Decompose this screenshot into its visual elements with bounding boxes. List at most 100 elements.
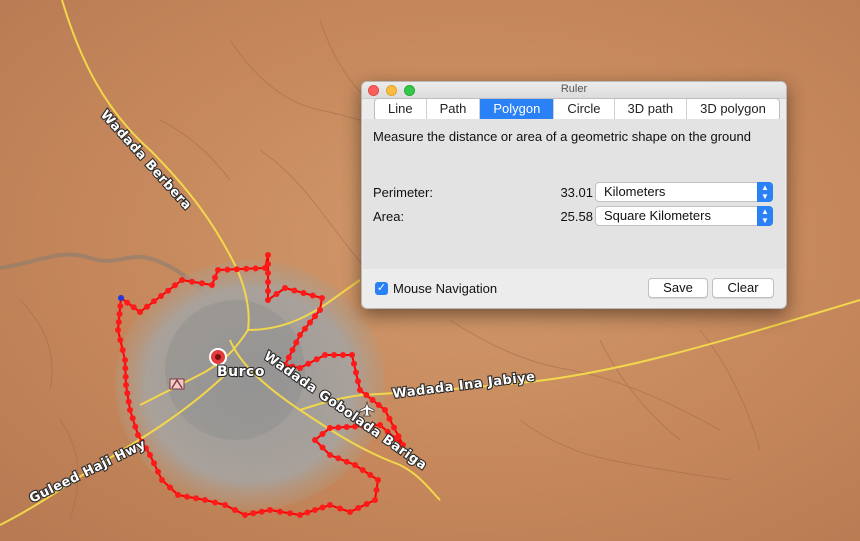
window-title: Ruler <box>560 83 588 95</box>
tab-circle[interactable]: Circle <box>554 99 615 120</box>
tent-icon <box>169 378 185 390</box>
polygon-vertex <box>313 356 320 363</box>
perimeter-value: 33.01 <box>560 185 593 200</box>
updown-chevron-icon: ▲ ▼ <box>757 206 773 226</box>
polygon-vertex <box>175 492 181 498</box>
polygon-vertex <box>273 291 280 297</box>
polygon-vertex <box>265 297 271 303</box>
polygon-vertex <box>373 487 380 493</box>
polygon-vertex <box>335 455 342 462</box>
polygon-vertex <box>124 390 131 397</box>
mouse-navigation-label: Mouse Navigation <box>393 281 498 296</box>
polygon-vertex <box>349 352 355 358</box>
tab-3d-polygon[interactable]: 3D polygon <box>687 99 779 120</box>
polygon-vertex <box>122 357 128 363</box>
perimeter-label: Perimeter: <box>373 185 433 200</box>
polygon-vertex <box>312 437 318 443</box>
polygon-vertex <box>243 265 250 272</box>
polygon-vertex <box>352 462 358 468</box>
polygon-vertex <box>343 424 350 430</box>
polygon-vertex <box>258 508 265 515</box>
polygon-vertex <box>386 415 393 422</box>
polygon-vertex <box>165 287 171 294</box>
polygon-vertex <box>307 319 313 326</box>
mouse-navigation-checkbox[interactable]: ✓ Mouse Navigation <box>375 281 497 296</box>
updown-chevron-icon: ▲ ▼ <box>757 182 773 202</box>
polygon-vertex <box>189 278 195 285</box>
polygon-vertex <box>355 505 362 511</box>
polygon-vertex <box>184 493 190 500</box>
polygon-vertex <box>319 295 325 301</box>
panel-description: Measure the distance or area of a geomet… <box>373 129 751 144</box>
polygon-vertex <box>117 337 124 343</box>
polygon-vertex <box>319 444 326 451</box>
polygon-vertex <box>285 354 292 361</box>
dialog-footer: ✓ Mouse Navigation Save Clear <box>362 270 786 308</box>
polygon-vertex <box>209 282 215 288</box>
polygon-vertex <box>265 261 271 267</box>
polygon-vertex <box>132 423 139 430</box>
polygon-vertex <box>363 392 370 398</box>
save-button[interactable]: Save <box>648 278 708 298</box>
clear-button[interactable]: Clear <box>712 278 774 298</box>
tab-path[interactable]: Path <box>427 99 481 120</box>
polygon-vertex <box>304 509 311 516</box>
city-label-burco: Burco <box>217 364 265 380</box>
polygon-vertex <box>172 282 178 289</box>
polygon-vertex <box>265 252 271 258</box>
ruler-dialog: Ruler Line Path Polygon Circle 3D path 3… <box>361 81 787 309</box>
polygon-vertex <box>212 499 218 506</box>
polygon-vertex <box>347 509 353 515</box>
polygon-vertex <box>327 502 333 508</box>
tab-polygon[interactable]: Polygon <box>480 99 555 120</box>
polygon-vertex <box>130 304 137 311</box>
polygon-vertex <box>115 319 122 325</box>
polygon-vertex <box>337 505 343 512</box>
polygon-vertex <box>375 477 381 483</box>
polygon-vertex <box>116 311 123 317</box>
polygon-vertex <box>265 279 271 285</box>
polygon-vertex <box>212 274 218 281</box>
polygon-vertex <box>375 402 382 408</box>
polygon-vertex <box>343 458 350 465</box>
polygon-vertex <box>289 347 296 353</box>
title-bar[interactable]: Ruler <box>362 82 786 99</box>
start-vertex[interactable] <box>118 295 124 301</box>
area-label: Area: <box>373 209 405 224</box>
area-unit-select[interactable]: Square Kilometers ▲ ▼ <box>595 206 773 226</box>
polygon-vertex <box>125 398 132 405</box>
polygon-vertex <box>322 352 328 358</box>
polygon-vertex <box>155 468 161 475</box>
ruler-tabs: Line Path Polygon Circle 3D path 3D poly… <box>374 98 780 121</box>
perimeter-unit-value: Kilometers <box>604 184 666 199</box>
tab-3d-path[interactable]: 3D path <box>615 99 688 120</box>
polygon-vertex <box>119 347 126 353</box>
area-value: 25.58 <box>560 209 593 224</box>
polygon-vertex <box>291 287 298 294</box>
polygon-vertex <box>317 307 323 313</box>
polygon-vertex <box>372 497 378 503</box>
polygon-vertex <box>312 507 318 513</box>
checkmark-icon: ✓ <box>375 282 388 295</box>
polygon-vertex <box>305 360 312 367</box>
polygon-vertex <box>319 504 326 511</box>
polygon-vertex <box>179 277 185 283</box>
polygon-vertex <box>129 415 136 422</box>
polygon-vertex <box>391 424 397 431</box>
polygon-vertex <box>127 407 133 413</box>
polygon-vertex <box>309 292 316 299</box>
polygon-vertex <box>202 497 208 503</box>
polygon-vertex <box>351 360 357 367</box>
polygon-vertex <box>335 424 342 431</box>
polygon-vertex <box>144 303 150 310</box>
polygon-vertex <box>123 382 129 388</box>
polygon-vertex <box>319 431 326 437</box>
polygon-vertex <box>147 452 153 458</box>
polygon-vertex <box>222 502 228 508</box>
perimeter-unit-select[interactable]: Kilometers ▲ ▼ <box>595 182 773 202</box>
tab-line[interactable]: Line <box>375 99 427 120</box>
red-pin-icon[interactable] <box>209 348 227 366</box>
area-unit-value: Square Kilometers <box>604 208 711 223</box>
polygon-vertex <box>367 472 374 478</box>
polygon-vertex <box>117 303 124 309</box>
